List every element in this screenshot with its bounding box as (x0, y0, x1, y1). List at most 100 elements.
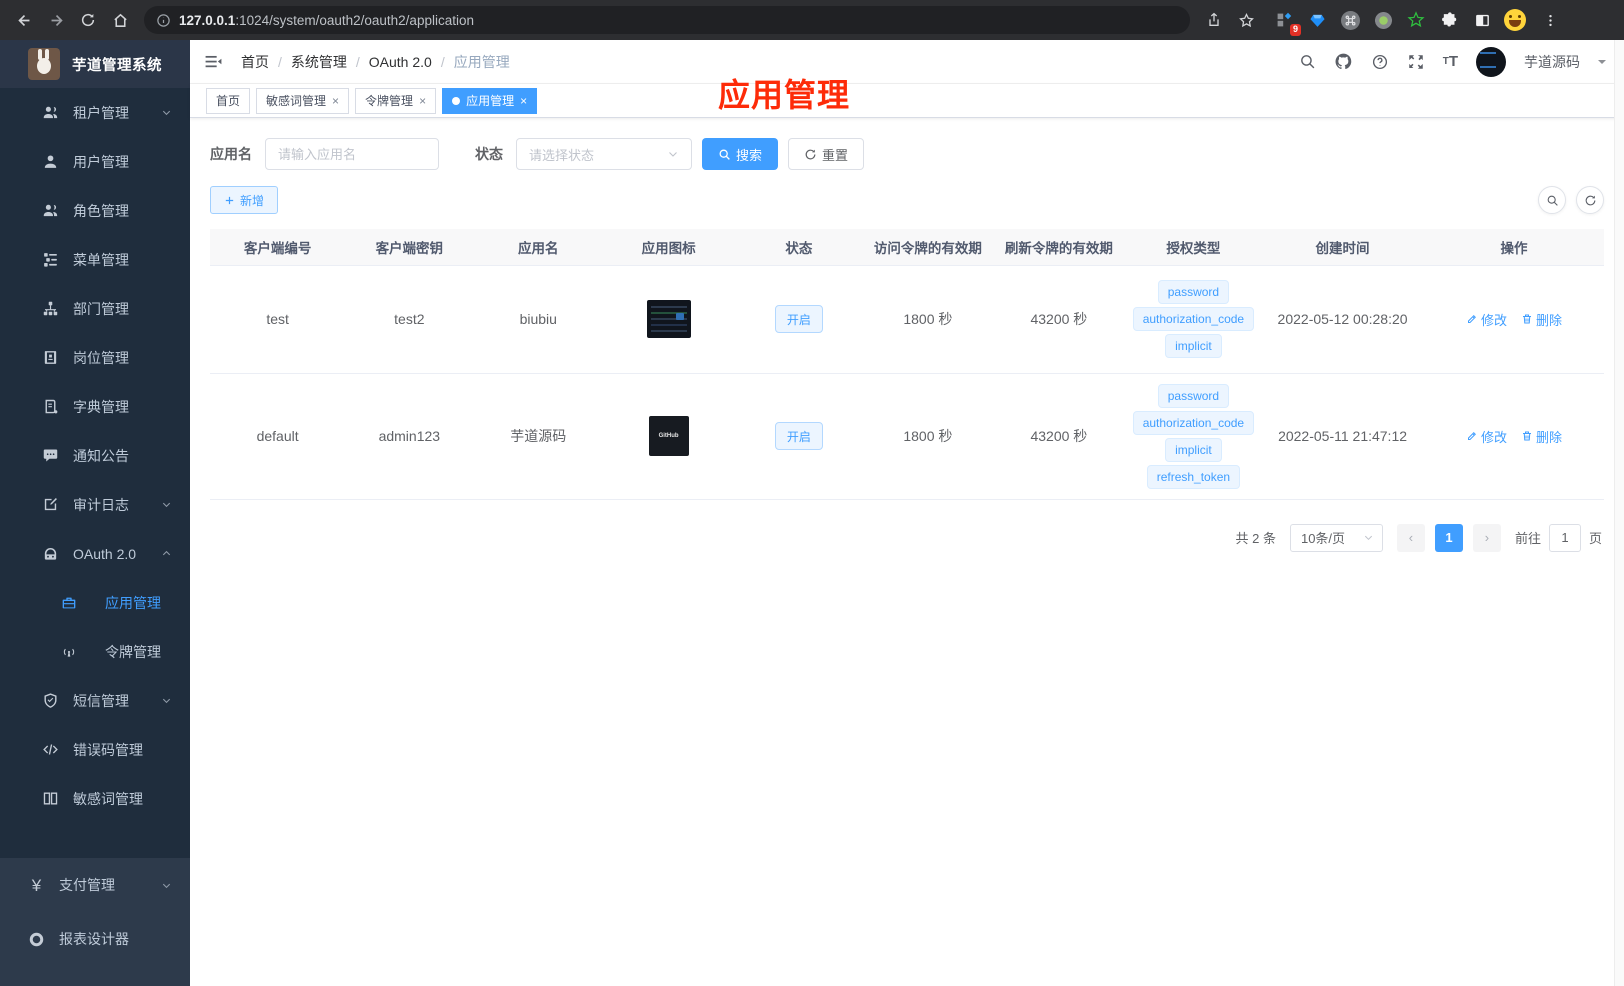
site-info-icon[interactable] (156, 13, 171, 28)
sidebar-toggle-icon[interactable] (1470, 8, 1494, 32)
refresh-table-icon[interactable] (1576, 186, 1604, 214)
cell-access-ttl: 1800 秒 (863, 373, 992, 500)
breadcrumb-home[interactable]: 首页 (241, 52, 269, 72)
edit-link[interactable]: 修改 (1466, 427, 1507, 446)
bookmark-star-icon[interactable] (1232, 6, 1260, 34)
edit-link[interactable]: 修改 (1466, 310, 1507, 329)
announcement-icon (42, 447, 59, 464)
app-name-input[interactable] (265, 138, 439, 170)
tab-token[interactable]: 令牌管理 × (355, 87, 437, 114)
user-menu-caret-icon[interactable] (1598, 59, 1606, 68)
sidebar-item-dept[interactable]: 部门管理 (0, 284, 190, 333)
tab-sensitive-word[interactable]: 敏感词管理 × (256, 87, 350, 114)
add-button[interactable]: 新增 (210, 186, 279, 214)
green-star-extension-icon[interactable] (1404, 8, 1428, 32)
github-icon[interactable] (1334, 52, 1353, 71)
col-client-secret: 客户端密钥 (345, 229, 474, 266)
cell-status: 开启 (734, 373, 864, 500)
user-avatar[interactable] (1476, 46, 1506, 77)
sidebar-item-oauth2[interactable]: OAuth 2.0 (0, 529, 190, 578)
page-content: 应用名 状态 请选择状态 搜索 重置 (190, 118, 1624, 572)
search-button-label: 搜索 (736, 147, 763, 163)
code-icon (42, 741, 59, 758)
sidebar-item-error-code[interactable]: 错误码管理 (0, 725, 190, 774)
next-page-button[interactable]: › (1472, 523, 1501, 552)
sidebar-item-audit-log[interactable]: 审计日志 (0, 480, 190, 529)
delete-link[interactable]: 删除 (1521, 427, 1562, 446)
url-bar[interactable]: 127.0.0.1:1024/system/oauth2/oauth2/appl… (144, 6, 1190, 34)
sidebar-item-oauth2-application[interactable]: 应用管理 (0, 578, 190, 627)
logo[interactable]: 芋道管理系统 (0, 40, 190, 88)
grant-type-tag: implicit (1165, 437, 1222, 462)
header-search-icon[interactable] (1299, 53, 1316, 70)
close-icon[interactable]: × (419, 94, 426, 108)
extension-badge: 9 (1289, 24, 1301, 36)
forward-icon[interactable] (42, 6, 70, 34)
tab-home[interactable]: 首页 (206, 87, 251, 114)
sidebar-item-label: 部门管理 (73, 300, 129, 317)
username: 芋道源码 (1524, 53, 1580, 70)
close-icon[interactable]: × (520, 94, 527, 108)
home-icon[interactable] (106, 6, 134, 34)
reload-icon[interactable] (74, 6, 102, 34)
share-icon[interactable] (1200, 6, 1228, 34)
sidebar-item-notice[interactable]: 通知公告 (0, 431, 190, 480)
sidebar-collapse-icon[interactable] (204, 52, 223, 71)
status-select[interactable]: 请选择状态 (516, 138, 692, 170)
breadcrumb-oauth[interactable]: OAuth 2.0 (369, 54, 432, 70)
search-button[interactable]: 搜索 (702, 138, 779, 170)
cell-app-name: biubiu (473, 265, 604, 374)
sidebar-item-label: 用户管理 (73, 153, 129, 170)
sidebar-item-role[interactable]: 角色管理 (0, 186, 190, 235)
chrome-menu-icon[interactable] (1536, 6, 1564, 34)
sidebar-item-sms[interactable]: 短信管理 (0, 676, 190, 725)
sidebar-item-post[interactable]: 岗位管理 (0, 333, 190, 382)
extensions-area: 9 (1272, 6, 1564, 36)
record-extension-icon[interactable] (1371, 8, 1395, 32)
col-access-ttl: 访问令牌的有效期 (863, 229, 992, 266)
close-icon[interactable]: × (332, 94, 339, 108)
users-icon (42, 104, 59, 121)
menu-tree-icon (42, 251, 59, 268)
goto-page-input[interactable] (1548, 523, 1581, 552)
back-icon[interactable] (10, 6, 38, 34)
font-size-icon[interactable]: TT (1443, 53, 1458, 70)
app-icon-thumbnail (646, 300, 691, 338)
command-extension-icon[interactable] (1338, 8, 1362, 32)
sidebar-item-user[interactable]: 用户管理 (0, 137, 190, 186)
edit-link-label: 修改 (1481, 429, 1508, 445)
users-icon (42, 202, 59, 219)
reset-button[interactable]: 重置 (788, 138, 865, 170)
page-size-select[interactable]: 10条/页 (1289, 523, 1383, 552)
tab-label: 敏感词管理 (266, 94, 327, 108)
delete-link[interactable]: 删除 (1521, 310, 1562, 329)
sidebar-item-sensitive-word[interactable]: 敏感词管理 (0, 774, 190, 823)
sidebar-item-dict[interactable]: 字典管理 (0, 382, 190, 431)
profile-avatar-emoji[interactable] (1503, 8, 1527, 32)
cell-client-id: default (210, 373, 346, 500)
tabs-grid-extension-icon[interactable]: 9 (1272, 8, 1301, 36)
briefcase-icon (60, 594, 77, 611)
grant-type-tag: refresh_token (1146, 464, 1241, 489)
toggle-search-icon[interactable] (1538, 186, 1566, 214)
page-1-button[interactable]: 1 (1434, 523, 1463, 552)
chevron-down-icon (161, 107, 172, 118)
prev-page-button[interactable]: ‹ (1396, 523, 1425, 552)
sidebar-item-tenant[interactable]: 租户管理 (0, 88, 190, 137)
col-grant-types: 授权类型 (1125, 229, 1261, 266)
fullscreen-icon[interactable] (1407, 53, 1425, 71)
chevron-down-icon (161, 499, 172, 510)
gem-extension-icon[interactable] (1305, 8, 1329, 32)
sidebar-item-menu[interactable]: 菜单管理 (0, 235, 190, 284)
sidebar-item-label: 通知公告 (73, 447, 129, 464)
edit-pencil-icon (1468, 432, 1476, 440)
sidebar-item-pay[interactable]: ¥ 支付管理 (0, 858, 190, 912)
breadcrumb-system[interactable]: 系统管理 (291, 52, 347, 72)
page-scrollbar[interactable] (1614, 40, 1624, 986)
help-icon[interactable] (1371, 53, 1389, 71)
sidebar-item-oauth2-token[interactable]: 令牌管理 (0, 627, 190, 676)
tab-application[interactable]: 应用管理 × (442, 87, 538, 114)
sidebar-item-report-designer[interactable]: 报表设计器 (0, 912, 190, 966)
breadcrumb-separator: / (440, 53, 445, 70)
puzzle-extensions-icon[interactable] (1437, 8, 1461, 32)
